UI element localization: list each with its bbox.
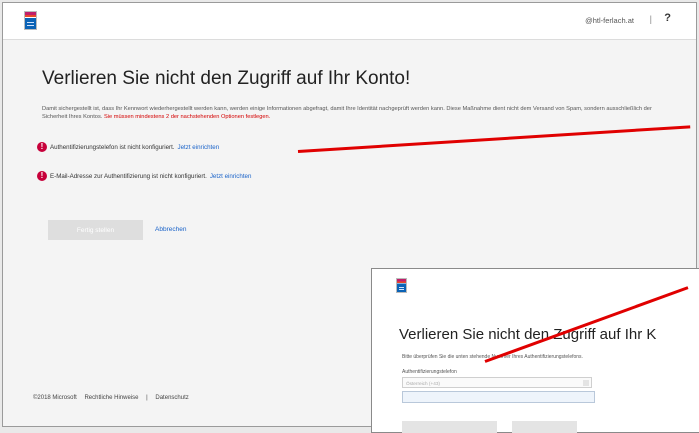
account-name[interactable]: @htl-ferlach.at [585, 16, 634, 25]
top-bar: @htl-ferlach.at | ? [3, 3, 696, 40]
phone-number-input[interactable] [402, 391, 595, 403]
privacy-link[interactable]: Datenschutz [155, 395, 188, 401]
school-logo [396, 278, 407, 293]
country-value: Österreich (+43) [406, 381, 440, 386]
page-description: Damit sichergestellt ist, dass Ihr Kennw… [42, 105, 672, 121]
legal-link[interactable]: Rechtliche Hinweise [84, 395, 138, 401]
help-icon[interactable]: ? [664, 12, 671, 24]
setup-phone-link[interactable]: Jetzt einrichten [178, 144, 220, 151]
footer: ©2018 Microsoft Rechtliche Hinweise | Da… [33, 395, 195, 401]
copyright: ©2018 Microsoft [33, 395, 77, 401]
cancel-link[interactable]: Abbrechen [155, 226, 186, 233]
setup-email-link[interactable]: Jetzt einrichten [210, 173, 252, 180]
school-logo [24, 11, 37, 30]
footer-separator: | [146, 395, 148, 401]
inset-screenshot: Verlieren Sie nicht den Zugriff auf Ihr … [371, 268, 699, 433]
header-separator: | [649, 14, 652, 24]
option-phone: ! Authentifizierungstelefon ist nicht ko… [37, 142, 219, 152]
option-phone-text: Authentifizierungstelefon ist nicht konf… [50, 143, 175, 151]
alert-icon: ! [37, 142, 47, 152]
option-email-text: E-Mail-Adresse zur Authentifizierung ist… [50, 172, 207, 180]
inset-button-primary[interactable] [402, 421, 497, 433]
dropdown-caret-icon [583, 380, 589, 386]
inset-button-secondary[interactable] [512, 421, 577, 433]
inset-title: Verlieren Sie nicht den Zugriff auf Ihr … [399, 326, 657, 343]
option-email: ! E-Mail-Adresse zur Authentifizierung i… [37, 171, 251, 181]
alert-icon: ! [37, 171, 47, 181]
warning-text: Sie müssen mindestens 2 der nachstehende… [103, 114, 271, 120]
finish-button[interactable]: Fertig stellen [48, 220, 143, 240]
phone-field-label: Authentifizierungstelefon [402, 369, 457, 375]
page-title: Verlieren Sie nicht den Zugriff auf Ihr … [42, 68, 411, 89]
country-select[interactable]: Österreich (+43) [402, 377, 592, 388]
